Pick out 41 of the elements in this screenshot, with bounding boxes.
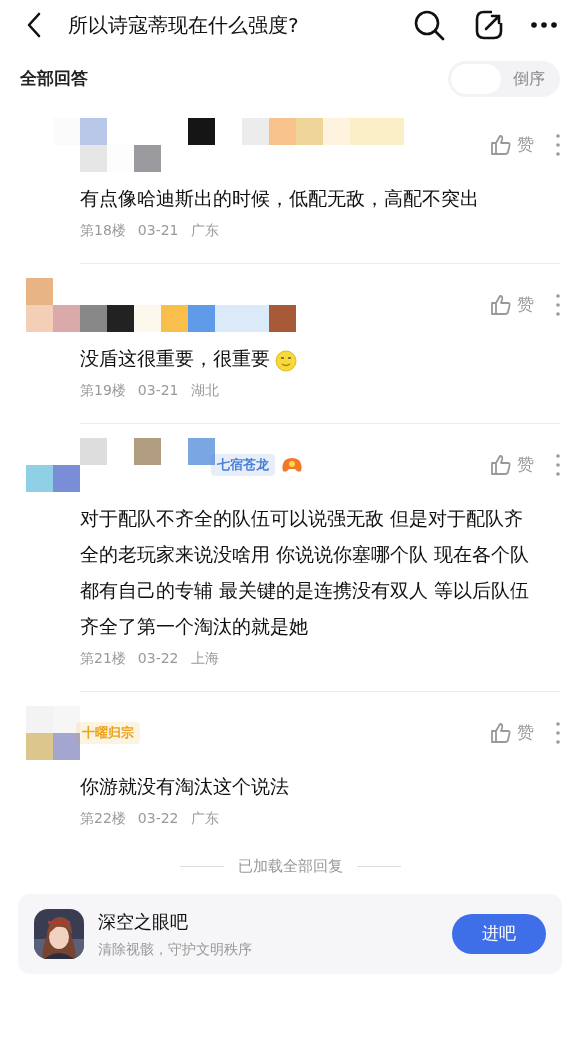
thumbs-up-icon bbox=[489, 721, 513, 745]
thumbs-up-icon bbox=[489, 293, 513, 317]
more-options-icon[interactable] bbox=[556, 722, 560, 744]
floor-number: 第22楼 bbox=[80, 809, 126, 828]
post-date: 03-21 bbox=[137, 381, 179, 400]
comment-text: 有点像哈迪斯出的时候，低配无敌，高配不突出 bbox=[80, 186, 480, 211]
like-button[interactable]: 赞 bbox=[489, 720, 534, 746]
forum-name: 深空之眼吧 bbox=[98, 909, 189, 934]
more-icon[interactable] bbox=[530, 21, 558, 29]
thumbs-up-icon bbox=[489, 133, 513, 157]
thumbs-up-icon bbox=[489, 453, 513, 477]
end-of-replies-text: 已加载全部回复 bbox=[237, 856, 343, 877]
sort-tab[interactable]: 倒序 bbox=[501, 64, 557, 94]
like-button[interactable]: 赞 bbox=[489, 452, 534, 478]
like-button[interactable]: 赞 bbox=[489, 292, 534, 318]
floor-number: 第18楼 bbox=[80, 221, 126, 240]
comment-text: 你游就没有淘汰这个说法 bbox=[80, 774, 290, 799]
title-badge: 七宿苍龙 bbox=[211, 454, 275, 476]
post-date: 03-22 bbox=[137, 649, 179, 668]
title-badge: 十曜归宗 bbox=[76, 722, 140, 744]
more-options-icon[interactable] bbox=[556, 134, 560, 156]
post-location: 上海 bbox=[190, 649, 219, 668]
comment-text: 没盾这很重要，很重要 bbox=[80, 340, 536, 376]
floor-number: 第21楼 bbox=[80, 649, 126, 668]
floor-number: 第19楼 bbox=[80, 381, 126, 400]
post-location: 广东 bbox=[190, 809, 219, 828]
post-location: 湖北 bbox=[190, 381, 219, 400]
like-button[interactable]: 赞 bbox=[489, 132, 534, 158]
post-date: 03-21 bbox=[137, 221, 179, 240]
post-location: 广东 bbox=[190, 221, 219, 240]
enter-forum-button[interactable]: 进吧 bbox=[452, 913, 546, 954]
comment-text: 对于配队不齐全的队伍可以说强无敌 但是对于配队齐全的老玩家来说没啥用 你说说你塞哪个队 现在各个队都有自己的专辅 最关键的是连携没有双人 等以后队伍齐全了第一个淘汰的就是她 bbox=[80, 506, 531, 639]
forum-slogan: 清除视骸，守护文明秩序 bbox=[98, 939, 253, 959]
more-options-icon[interactable] bbox=[556, 294, 560, 316]
post-date: 03-22 bbox=[137, 809, 179, 828]
post-title: 所以诗寇蒂现在什么强度? bbox=[68, 12, 300, 39]
share-icon[interactable] bbox=[474, 9, 504, 41]
search-icon[interactable] bbox=[412, 8, 446, 42]
more-options-icon[interactable] bbox=[556, 454, 560, 476]
section-title: 全部回答 bbox=[20, 67, 88, 91]
pixelated-area bbox=[26, 706, 80, 760]
